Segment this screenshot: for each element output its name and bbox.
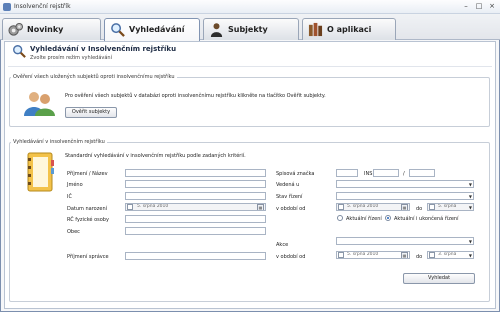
file-year-input[interactable] <box>409 169 435 177</box>
label-admin-name: Příjmení správce <box>67 254 109 260</box>
header-divider <box>8 66 492 67</box>
birth-date-checkbox[interactable] <box>127 204 133 210</box>
chevron-down-icon: ▼ <box>468 205 472 210</box>
city-input[interactable] <box>125 227 266 235</box>
label-name: Příjmení / Název <box>67 171 108 177</box>
search-header-icon <box>13 45 26 58</box>
action-period-to-checkbox[interactable] <box>429 252 435 258</box>
period-from-checkbox[interactable] <box>338 204 344 210</box>
label-to2: do <box>416 254 423 260</box>
period-from-picker[interactable]: 5. srpna 2010 ▦ <box>336 203 410 211</box>
tab-label: Subjekty <box>228 25 268 34</box>
address-book-icon <box>27 152 54 192</box>
radio-current-label: Aktuální řízení <box>346 216 382 222</box>
chevron-down-icon: ▼ <box>468 253 472 258</box>
label-period: v období od <box>276 206 306 212</box>
verify-legend: Ověření všech uložených subjektů oproti … <box>11 74 177 80</box>
window-title: Insolvenční rejstřík <box>14 3 71 10</box>
app-icon <box>3 3 11 11</box>
first-name-input[interactable] <box>125 180 266 188</box>
file-number-input[interactable] <box>373 169 399 177</box>
page-title: Vyhledávání v Insolvenčním rejstříku <box>30 45 177 53</box>
calendar-icon[interactable]: ▦ <box>401 252 408 258</box>
magnifier-icon <box>111 23 125 37</box>
label-action: Akce <box>276 242 289 248</box>
label-city: Obec <box>67 229 80 235</box>
admin-name-input[interactable] <box>125 252 266 260</box>
state-select[interactable]: ▼ <box>336 192 474 200</box>
label-birth-date: Datum narození <box>67 206 107 212</box>
birth-date-value: 5. srpna 2010 <box>137 204 169 209</box>
period-to-picker[interactable]: 5. srpna ▼ <box>427 203 474 211</box>
search-button[interactable]: Vyhledat <box>403 273 475 284</box>
label-first-name: Jméno <box>67 182 83 188</box>
maximize-button[interactable]: □ <box>474 2 484 11</box>
action-period-from-picker[interactable]: 5. srpna 2010 ▦ <box>336 251 410 259</box>
search-legend: Vyhledávání v insolvenčním rejstříku <box>11 139 107 145</box>
chevron-down-icon: ▼ <box>468 182 472 187</box>
file-mark-slash: / <box>403 171 405 177</box>
action-period-from-checkbox[interactable] <box>338 252 344 258</box>
person-icon <box>210 23 223 37</box>
tab-label: Novinky <box>27 25 64 34</box>
action-period-to-picker[interactable]: 3. srpna ▼ <box>427 251 474 259</box>
label-period2: v období od <box>276 254 306 260</box>
chevron-down-icon: ▼ <box>468 239 472 244</box>
users-icon <box>24 92 55 116</box>
tab-label: O aplikaci <box>327 25 372 34</box>
action-period-from-value: 5. srpna 2010 <box>347 252 379 257</box>
radio-all-label: Aktuální i ukončená řízení <box>394 216 459 222</box>
senate-number-input[interactable] <box>336 169 358 177</box>
ic-input[interactable] <box>125 192 266 200</box>
tab-label: Vyhledávání <box>129 25 185 34</box>
rc-input[interactable] <box>125 215 266 223</box>
birth-date-picker[interactable]: 5. srpna 2010 ▦ <box>125 203 266 211</box>
books-icon <box>308 22 323 37</box>
court-select[interactable]: ▼ <box>336 180 474 188</box>
tab-o-aplikaci[interactable]: O aplikaci <box>302 18 396 40</box>
file-mark-ins: INS <box>364 171 373 177</box>
period-to-checkbox[interactable] <box>429 204 435 210</box>
tab-novinky[interactable]: Novinky <box>2 18 101 40</box>
name-input[interactable] <box>125 169 266 177</box>
label-rc: RČ fyzické osoby <box>67 217 109 223</box>
gears-icon <box>8 22 23 36</box>
page-subtitle: Zvolte prosím režim vyhledávání <box>30 55 112 61</box>
label-ic: IČ <box>67 194 72 200</box>
chevron-down-icon: ▼ <box>468 194 472 199</box>
label-state: Stav řízení <box>276 194 303 200</box>
calendar-icon[interactable]: ▦ <box>257 204 264 210</box>
verify-subjects-button[interactable]: Ověřit subjekty <box>65 107 117 118</box>
label-to: do <box>416 206 423 212</box>
radio-all[interactable] <box>385 215 391 221</box>
verify-description: Pro ověření všech subjektů v databázi op… <box>65 93 326 99</box>
title-bar: Insolvenční rejstřík – □ × <box>0 0 500 14</box>
close-button[interactable]: × <box>487 2 497 11</box>
verify-group <box>9 77 490 127</box>
search-intro: Standardní vyhledávání v insolvenčním re… <box>65 153 246 159</box>
radio-current[interactable] <box>337 215 343 221</box>
label-managed-at: Vedená u <box>276 182 300 188</box>
period-to-value: 5. srpna <box>438 204 457 209</box>
action-period-to-value: 3. srpna <box>438 252 457 257</box>
minimize-button[interactable]: – <box>461 2 471 11</box>
action-select[interactable]: ▼ <box>336 237 474 245</box>
tab-subjekty[interactable]: Subjekty <box>203 18 299 40</box>
tab-vyhledavani[interactable]: Vyhledávání <box>104 18 200 41</box>
calendar-icon[interactable]: ▦ <box>401 204 408 210</box>
label-file-mark: Spisová značka <box>276 171 315 177</box>
period-from-value: 5. srpna 2010 <box>347 204 379 209</box>
tab-bar: Novinky Vyhledávání Subjekty O aplikaci <box>0 14 500 41</box>
